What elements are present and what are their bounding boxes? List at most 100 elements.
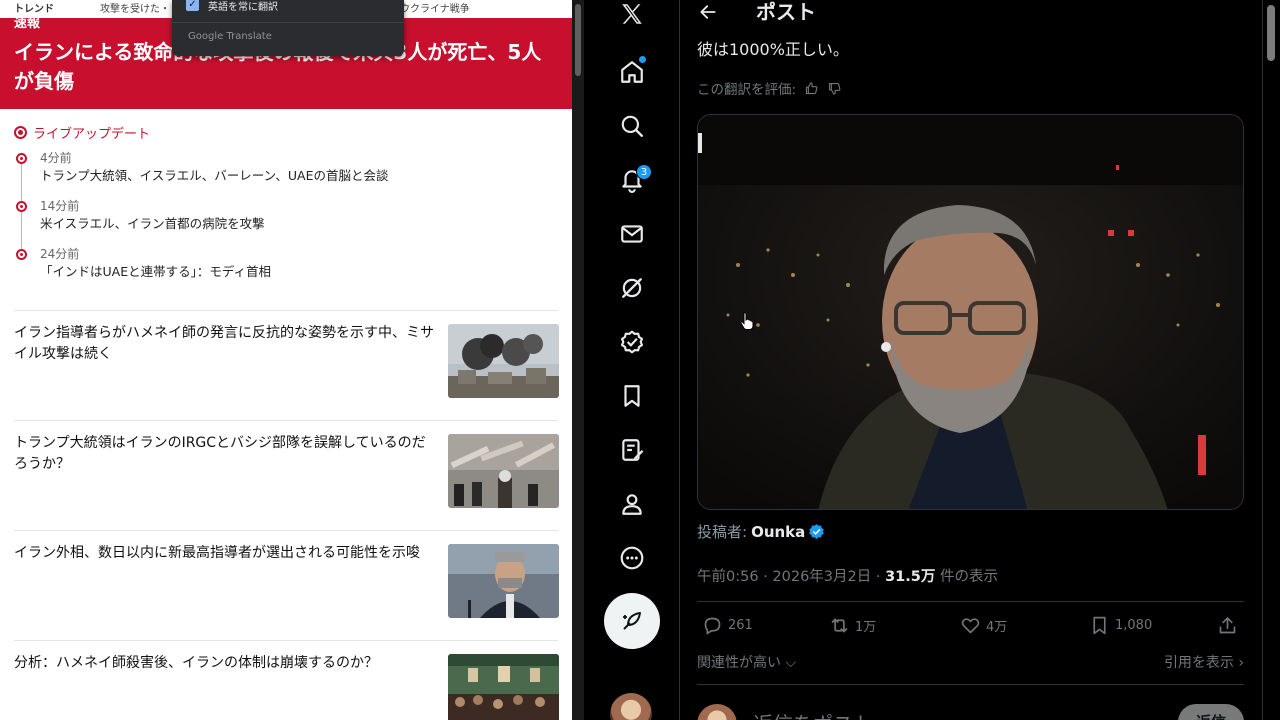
live-update-time: 4分前 <box>40 151 72 165</box>
live-update-time: 14分前 <box>40 199 80 213</box>
home-dot-badge <box>639 56 646 63</box>
x-logo-icon[interactable] <box>610 0 654 36</box>
article-title[interactable]: 分析：ハメネイ師殺害後、イランの体制は崩壊するのか？ <box>14 653 434 674</box>
share-button[interactable] <box>1217 615 1238 636</box>
bookmark-icon[interactable] <box>610 374 654 418</box>
article-thumbnail-smoke[interactable] <box>448 324 559 398</box>
live-timeline: 4分前 トランプ大統領、イスラエル、バーレーン、UAEの首脳と会談 14分前 米… <box>14 150 559 294</box>
live-updates-header[interactable]: ライブアップデート <box>14 122 559 142</box>
live-icon <box>14 125 27 139</box>
post-actions: 261 1万 4万 1,080 <box>697 603 1244 651</box>
live-update-text[interactable]: トランプ大統領、イスラエル、バーレーン、UAEの首脳と会談 <box>40 166 559 186</box>
author-prefix: 投稿者: <box>697 523 748 541</box>
reply-submit-button[interactable]: 返信 <box>1178 704 1244 720</box>
thumbs-up-icon[interactable] <box>804 81 819 96</box>
separator <box>697 601 1244 602</box>
verified-check-icon <box>809 524 825 539</box>
composer-avatar <box>697 704 737 720</box>
author-name[interactable]: Ounka <box>751 523 805 541</box>
page-title: ポスト <box>756 0 816 24</box>
reply-count: 261 <box>728 618 753 633</box>
compose-post-button[interactable] <box>604 593 660 649</box>
view-quotes-link[interactable]: 引用を表示 › <box>1164 652 1244 672</box>
bookmark-count: 1,080 <box>1115 618 1153 633</box>
live-update-item[interactable]: 14分前 米イスラエル、イラン首都の病院を攻撃 <box>16 198 559 246</box>
post-timestamp[interactable]: 午前0:56 · 2026年3月2日 · <box>697 569 885 585</box>
sort-relevance-dropdown[interactable]: 関連性が高い ⌵ <box>697 652 796 672</box>
translate-popup: ✓ 英語を常に翻訳 Google Translate <box>172 0 404 56</box>
chevron-right-icon: › <box>1233 655 1244 671</box>
more-options-icon[interactable] <box>610 536 654 580</box>
repost-count: 1万 <box>855 620 877 635</box>
screen: トレンド 攻撃を受けた・・・・・・・・・・・・・・・・・・・・・・・・ウクライナ… <box>0 0 1280 720</box>
post-detail-column: ポスト 彼は1000%正しい。 この翻訳を評価: 投稿者: Ounka 午前0:… <box>680 0 1262 720</box>
article-item[interactable]: トランプ大統領はイランのIRGCとバシジ部隊を誤解しているのだろうか？ <box>14 420 559 530</box>
video-frame-man-night-city <box>698 115 1243 509</box>
verified-badge-icon[interactable] <box>610 320 654 364</box>
bookmark-button[interactable]: 1,080 <box>1089 615 1152 636</box>
rate-translation-label: この翻訳を評価: <box>697 82 797 98</box>
repost-button[interactable]: 1万 <box>829 615 876 636</box>
article-list: イラン指導者らがハメネイ師の発言に反抗的な姿勢を示す中、ミサイル攻撃は続く トラ… <box>0 310 572 720</box>
live-update-text[interactable]: 米イスラエル、イラン首都の病院を攻撃 <box>40 214 559 234</box>
timeline-dot-icon <box>16 249 27 260</box>
reply-input[interactable]: 返信をポスト <box>753 708 873 720</box>
messages-envelope-icon[interactable] <box>610 212 654 256</box>
post-author: 投稿者: Ounka <box>697 521 825 542</box>
notifications-badge: 3 <box>636 164 652 180</box>
google-translate-brand: Google Translate <box>188 31 272 42</box>
post-meta: 午前0:56 · 2026年3月2日 · 31.5万 件の表示 <box>697 565 998 586</box>
view-quotes-label: 引用を表示 <box>1163 655 1234 671</box>
rate-translation: この翻訳を評価: <box>697 78 842 98</box>
article-title[interactable]: イラン外相、数日以内に新最高指導者が選出される可能性を示唆 <box>14 543 434 564</box>
reply-bubble-icon <box>704 617 721 635</box>
view-count: 31.5万 <box>885 569 936 585</box>
x-sidebar-nav: 3 <box>584 0 680 720</box>
hand-cursor-icon <box>740 312 754 330</box>
feather-pen-icon <box>623 612 641 630</box>
share-upload-icon <box>1219 617 1236 634</box>
timeline-dot-icon <box>16 153 27 164</box>
sort-relevance-label: 関連性が高い <box>697 655 781 671</box>
live-updates-label: ライブアップデート <box>33 126 151 142</box>
checkbox-checked-icon[interactable]: ✓ <box>186 0 199 11</box>
article-thumbnail-missiles[interactable] <box>448 434 559 508</box>
live-updates: ライブアップデート 4分前 トランプ大統領、イスラエル、バーレーン、UAEの首脳… <box>14 122 559 294</box>
heart-icon <box>961 618 980 634</box>
news-scrollbar-thumb[interactable] <box>575 4 581 76</box>
reply-button[interactable]: 261 <box>702 615 753 636</box>
back-arrow-icon[interactable] <box>694 0 722 24</box>
article-title[interactable]: イラン指導者らがハメネイ師の発言に反抗的な姿勢を示す中、ミサイル攻撃は続く <box>14 323 434 365</box>
article-thumbnail-minister[interactable] <box>448 544 559 618</box>
thumbs-down-icon[interactable] <box>827 81 842 96</box>
article-title[interactable]: トランプ大統領はイランのIRGCとバシジ部隊を誤解しているのだろうか？ <box>14 433 434 475</box>
search-icon[interactable] <box>610 104 654 148</box>
live-update-item[interactable]: 4分前 トランプ大統領、イスラエル、バーレーン、UAEの首脳と会談 <box>16 150 559 198</box>
live-update-item[interactable]: 24分前 「インドはUAEと連帯する」：モディ首相 <box>16 246 559 294</box>
repost-icon <box>831 618 848 633</box>
live-update-text[interactable]: 「インドはUAEと連帯する」：モディ首相 <box>40 262 559 282</box>
separator <box>697 684 1244 685</box>
news-panel: トレンド 攻撃を受けた・・・・・・・・・・・・・・・・・・・・・・・・ウクライナ… <box>0 0 572 720</box>
articles-icon[interactable] <box>610 428 654 472</box>
article-item[interactable]: 分析：ハメネイ師殺害後、イランの体制は崩壊するのか？ <box>14 640 559 720</box>
x-scrollbar-thumb[interactable] <box>1267 5 1275 61</box>
live-update-time: 24分前 <box>40 247 80 261</box>
post-video[interactable] <box>697 114 1244 510</box>
news-scrollbar[interactable] <box>572 0 584 720</box>
notifications-bell-icon[interactable]: 3 <box>610 158 654 202</box>
article-item[interactable]: イラン外相、数日以内に新最高指導者が選出される可能性を示唆 <box>14 530 559 640</box>
x-scrollbar[interactable] <box>1263 0 1280 720</box>
like-count: 4万 <box>986 620 1008 635</box>
profile-icon[interactable] <box>610 482 654 526</box>
home-icon[interactable] <box>610 50 654 94</box>
article-thumbnail-crowd[interactable] <box>448 654 559 720</box>
bookmark-outline-icon <box>1093 616 1106 635</box>
reply-composer: 返信をポスト 返信 <box>697 700 1244 720</box>
account-avatar[interactable] <box>610 693 652 720</box>
article-item[interactable]: イラン指導者らがハメネイ師の発言に反抗的な姿勢を示す中、ミサイル攻撃は続く <box>14 310 559 420</box>
always-translate-option[interactable]: 英語を常に翻訳 <box>208 0 278 13</box>
view-count-suffix: 件の表示 <box>935 569 998 585</box>
grok-icon[interactable] <box>610 266 654 310</box>
like-button[interactable]: 4万 <box>960 615 1007 636</box>
